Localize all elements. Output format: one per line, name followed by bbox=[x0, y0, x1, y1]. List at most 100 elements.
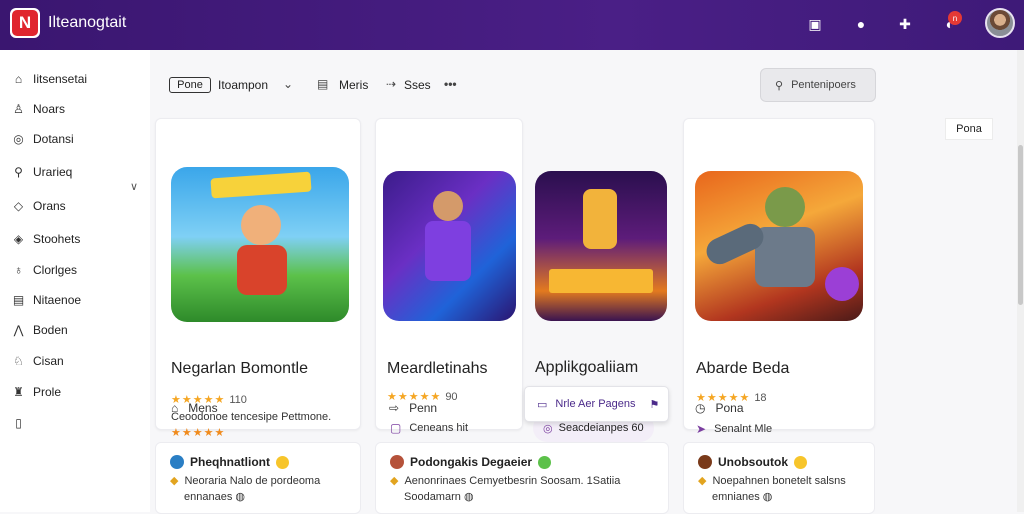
comment-card-1[interactable]: Pheqhnatliont ◆ Neoraria Nalo de pordeoma… bbox=[155, 442, 361, 514]
share-action[interactable]: ⇨ Penn bbox=[389, 401, 437, 415]
sidebar-item-12[interactable]: ▯ bbox=[12, 414, 33, 432]
sidebar: ⌂ Iitsensetai ♙ Noars ◎ Dotansi ∨ ⚲ Urarieq … bbox=[0, 50, 150, 512]
author-avatar bbox=[390, 455, 404, 469]
comment-body: ◆ Aenonrinaes Cemyetbesrin Soosam. 1Satii… bbox=[390, 475, 621, 503]
send-icon: ➤ bbox=[696, 422, 707, 436]
author-avatar bbox=[698, 455, 712, 469]
circle-icon: ◎ bbox=[543, 422, 553, 435]
bullet-icon: ◆ bbox=[390, 475, 399, 487]
app-logo[interactable]: N bbox=[10, 8, 40, 38]
game-thumbnail[interactable] bbox=[383, 171, 516, 321]
character-head bbox=[765, 187, 805, 227]
document-icon: ▯ bbox=[15, 416, 22, 430]
card-action[interactable]: ▢ Ceneans hit bbox=[390, 421, 468, 435]
chevron-down-icon[interactable]: ⌄ bbox=[283, 77, 293, 91]
game-card-1[interactable]: Negarlan Bomontle ★★★★★ 110 Ceoodonoe ten… bbox=[155, 118, 361, 439]
main-content: Pone Itoampon ⌄ ▤ Meris ⇢ Sses ••• ⚲ Pent… bbox=[155, 50, 1015, 514]
character-head bbox=[241, 205, 281, 245]
home-icon: ⌂ bbox=[14, 72, 23, 86]
clock-action[interactable]: ◷ Pona bbox=[695, 401, 744, 415]
game-card-4[interactable]: Abarde Beda ★★★★★ 18 ➤ Senalnt Mle bbox=[683, 118, 875, 436]
user-icon: ⋀ bbox=[13, 323, 24, 337]
card-title: Applikgoaliiam bbox=[535, 359, 639, 376]
search-icon: ⚲ bbox=[775, 79, 784, 92]
bag-icon: ◈ bbox=[13, 232, 24, 246]
bucket-icon: ♜ bbox=[13, 385, 24, 399]
scrollbar[interactable] bbox=[1017, 50, 1024, 512]
comment-card-2[interactable]: Podongakis Degaeier ◆ Aenonrinaes Cemyetb… bbox=[375, 442, 669, 514]
sidebar-item-2[interactable]: ♙ Noars bbox=[12, 100, 65, 118]
card-title: Meardletinahs bbox=[387, 360, 488, 377]
globe-icon: ◍ bbox=[762, 491, 773, 503]
sidebar-item-7[interactable]: ♁ Clorlges bbox=[12, 261, 77, 279]
sidebar-item-9[interactable]: ⋀ Boden bbox=[12, 321, 68, 339]
comment-card-3[interactable]: Unobsoutok ◆ Noepahnen bonetelt salsns emn… bbox=[683, 442, 875, 514]
share-arrow-icon[interactable]: ⇢ bbox=[386, 77, 396, 91]
character-body bbox=[237, 245, 287, 295]
secondary-rating: ★★★★★ bbox=[171, 427, 226, 439]
sidebar-item-10[interactable]: ♘ Cisan bbox=[12, 352, 64, 370]
game-thumbnail[interactable] bbox=[695, 171, 863, 321]
game-card-3[interactable]: Applikgoaliiam ★★★★★111 ◎Seacdeianpes 60 bbox=[527, 118, 671, 442]
popup-menu-item[interactable]: ▭ Nrle Aer Pagens ⚑ bbox=[524, 386, 669, 422]
calendar-icon[interactable]: ▣ bbox=[806, 15, 824, 33]
game-thumbnail[interactable] bbox=[535, 171, 667, 321]
tag-icon: ◇ bbox=[13, 199, 24, 213]
sidebar-item-6[interactable]: ◈ Stoohets bbox=[12, 230, 81, 248]
card-title: Abarde Beda bbox=[696, 360, 790, 377]
search-icon: ⚲ bbox=[14, 165, 23, 179]
list-view-icon[interactable]: ▤ bbox=[317, 77, 328, 91]
app-title: Ilteanogtait bbox=[48, 14, 127, 31]
sidebar-item-5[interactable]: ◇ Orans bbox=[12, 197, 66, 215]
home-action[interactable]: ⌂ Mens bbox=[171, 401, 218, 415]
character-head bbox=[433, 191, 463, 221]
smiley-icon bbox=[794, 455, 807, 469]
person-icon: ♙ bbox=[13, 102, 24, 116]
game-thumbnail[interactable] bbox=[171, 167, 349, 322]
title-banner bbox=[549, 269, 653, 293]
help-icon: ◎ bbox=[13, 132, 24, 146]
comment-author: Podongakis Degaeier bbox=[390, 455, 552, 469]
blaster-glow bbox=[825, 267, 859, 301]
comment-author: Unobsoutok bbox=[698, 455, 807, 469]
card-title: Negarlan Bomontle bbox=[171, 360, 308, 377]
share-button[interactable]: Sses bbox=[404, 78, 431, 92]
sidebar-item-8[interactable]: ▤ Nitaenoe bbox=[12, 291, 81, 309]
comment-author: Pheqhnatliont bbox=[170, 455, 289, 469]
comment-body: ◆ Neoraria Nalo de pordeoma ennanaes ◍ bbox=[170, 475, 321, 503]
globe-icon: ◍ bbox=[235, 491, 245, 503]
title-banner bbox=[210, 171, 312, 199]
edit-icon: ▭ bbox=[537, 398, 548, 411]
smiley-icon bbox=[276, 455, 289, 469]
chat-icon: ▢ bbox=[390, 421, 402, 435]
filter-chip[interactable]: Pone bbox=[169, 77, 211, 93]
more-options-icon[interactable]: ••• bbox=[444, 77, 457, 91]
clock-icon: ◷ bbox=[695, 401, 706, 415]
home-icon: ⌂ bbox=[171, 401, 179, 415]
chat-icon[interactable]: ● bbox=[852, 15, 870, 33]
character-figure bbox=[583, 189, 617, 249]
character-body bbox=[425, 221, 471, 281]
bullet-icon: ◆ bbox=[698, 475, 707, 487]
game-card-2[interactable]: Meardletinahs ★★★★★ 90 ▢ Ceneans hit bbox=[375, 118, 523, 435]
sidebar-item-11[interactable]: ♜ Prole bbox=[12, 383, 61, 401]
sidebar-item-1[interactable]: ⌂ Iitsensetai bbox=[12, 70, 87, 88]
search-input[interactable]: ⚲ Pentenipoers bbox=[760, 68, 876, 102]
flag-icon: ⚑ bbox=[649, 398, 660, 411]
user-avatar[interactable] bbox=[985, 8, 1015, 38]
share-icon: ⇨ bbox=[389, 401, 400, 415]
view-button[interactable]: Meris bbox=[339, 78, 368, 92]
sidebar-item-4[interactable]: ⚲ Urarieq bbox=[12, 163, 72, 181]
sidebar-item-3[interactable]: ◎ Dotansi bbox=[12, 130, 73, 148]
cart-icon: ♁ bbox=[14, 263, 23, 277]
done-button[interactable]: Pona bbox=[945, 118, 993, 140]
chart-icon: ▤ bbox=[12, 293, 25, 307]
notification-badge: n bbox=[948, 11, 962, 25]
sort-dropdown[interactable]: Itoampon bbox=[218, 78, 268, 92]
puzzle-icon[interactable]: ✚ bbox=[896, 15, 914, 33]
user-search-icon: ♘ bbox=[13, 354, 24, 368]
chevron-down-icon[interactable]: ∨ bbox=[130, 180, 138, 193]
scrollbar-thumb[interactable] bbox=[1018, 145, 1023, 305]
character-body bbox=[755, 227, 815, 287]
card-action[interactable]: ➤ Senalnt Mle bbox=[696, 422, 772, 436]
